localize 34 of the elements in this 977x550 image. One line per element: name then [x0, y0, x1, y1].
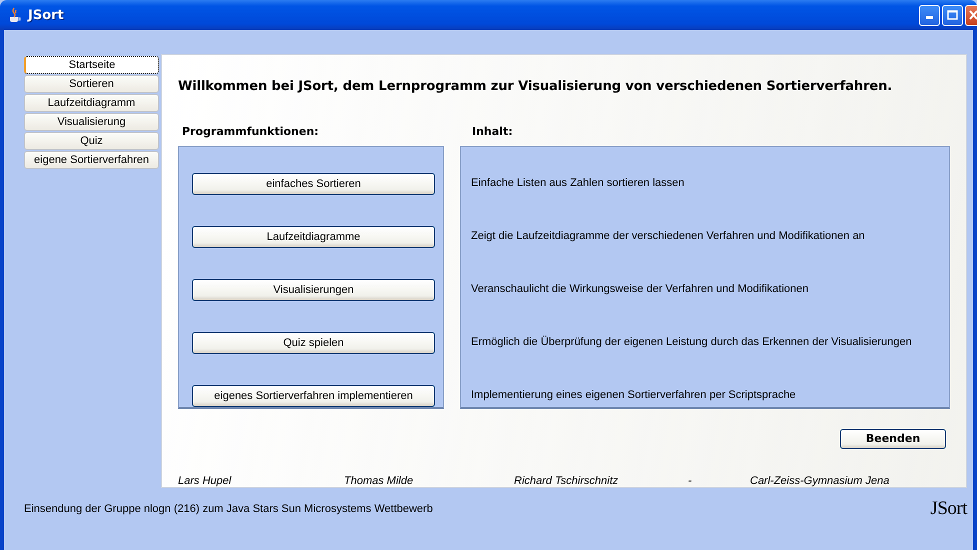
- app-logo: JSort: [930, 498, 967, 520]
- java-cup-icon: [8, 7, 22, 23]
- sidebar-tab[interactable]: Sortieren: [24, 75, 159, 93]
- quit-button[interactable]: Beenden: [840, 428, 946, 449]
- section-label: Programmfunktionen:: [181, 125, 320, 140]
- maximize-icon: [947, 10, 958, 20]
- credit-name: Carl-Zeiss-Gymnasium Jena: [750, 475, 890, 487]
- credit-name: Thomas Milde: [344, 475, 414, 487]
- description-text: Zeigt die Laufzeitdiagramme der verschiedenen Verfahren und Modifikationen an: [471, 230, 866, 244]
- description-text: Ermöglich die Überprüfung der eigenen Leistung durch das Erkennen der Visualisierungen: [471, 336, 913, 350]
- close-button[interactable]: [965, 4, 977, 26]
- maximize-button[interactable]: [942, 4, 963, 26]
- close-icon: [969, 10, 977, 20]
- sidebar-tab[interactable]: Quiz: [24, 132, 159, 150]
- sidebar-tab[interactable]: Startseite: [24, 56, 159, 74]
- sidebar-tab[interactable]: eigene Sortierverfahren: [24, 151, 159, 169]
- function-button[interactable]: Quiz spielen: [192, 332, 435, 354]
- window-title: JSort: [28, 8, 65, 22]
- sidebar-tab[interactable]: Visualisierung: [24, 113, 159, 131]
- function-button[interactable]: Visualisierungen: [192, 278, 435, 301]
- status-text: Einsendung der Gruppe nlogn (216) zum Java Stars Sun Microsystems Wettbewerb: [24, 503, 433, 515]
- minimize-button[interactable]: [919, 4, 940, 26]
- function-button[interactable]: eigenes Sortierverfahren implementieren: [192, 384, 435, 407]
- separator-text: -: [688, 475, 693, 487]
- sidebar-tab[interactable]: Laufzeitdiagramm: [24, 94, 159, 112]
- description-text: Einfache Listen aus Zahlen sortieren lassen: [471, 176, 686, 191]
- credit-name: Richard Tschirschnitz: [514, 475, 620, 487]
- welcome-heading: Willkommen bei JSort, dem Lernprogramm zur Visualisierung von verschiedenen Sortierverfahren.: [178, 79, 894, 96]
- description-text: Veranschaulicht die Wirkungsweise der Verfahren und Modifikationen: [471, 282, 810, 297]
- function-button[interactable]: einfaches Sortieren: [192, 172, 435, 195]
- section-label: Inhalt:: [472, 125, 513, 140]
- description-text: Implementierung eines eigenen Sortierverfahren per Scriptsprache: [471, 388, 797, 403]
- function-button[interactable]: Laufzeitdiagramme: [192, 226, 435, 248]
- credit-name: Lars Hupel: [178, 475, 232, 487]
